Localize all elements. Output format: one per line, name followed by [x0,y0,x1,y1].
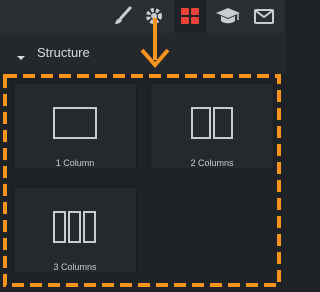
mail-icon[interactable] [252,6,276,26]
brush-icon[interactable] [112,6,134,26]
two-columns-icon [191,107,233,139]
caret-down-icon[interactable] [16,49,26,60]
layout-panel: 1 Column 2 Columns 3 Columns [0,73,285,292]
one-column-layout-button[interactable]: 1 Column [13,83,137,169]
top-toolbar [0,0,285,33]
gear-icon[interactable] [143,6,165,26]
three-columns-layout-button[interactable]: 3 Columns [13,187,137,273]
layout-label: 1 Column [55,158,95,168]
three-columns-icon [53,211,96,243]
graduation-cap-icon[interactable] [215,6,241,26]
one-column-icon [53,107,97,139]
two-columns-layout-button[interactable]: 2 Columns [150,83,274,169]
section-title: Structure [37,45,90,60]
grid-icon[interactable] [174,0,206,33]
layout-label: 2 Columns [190,158,234,168]
structure-section-header[interactable]: Structure [0,33,285,73]
layout-label: 3 Columns [53,262,97,272]
